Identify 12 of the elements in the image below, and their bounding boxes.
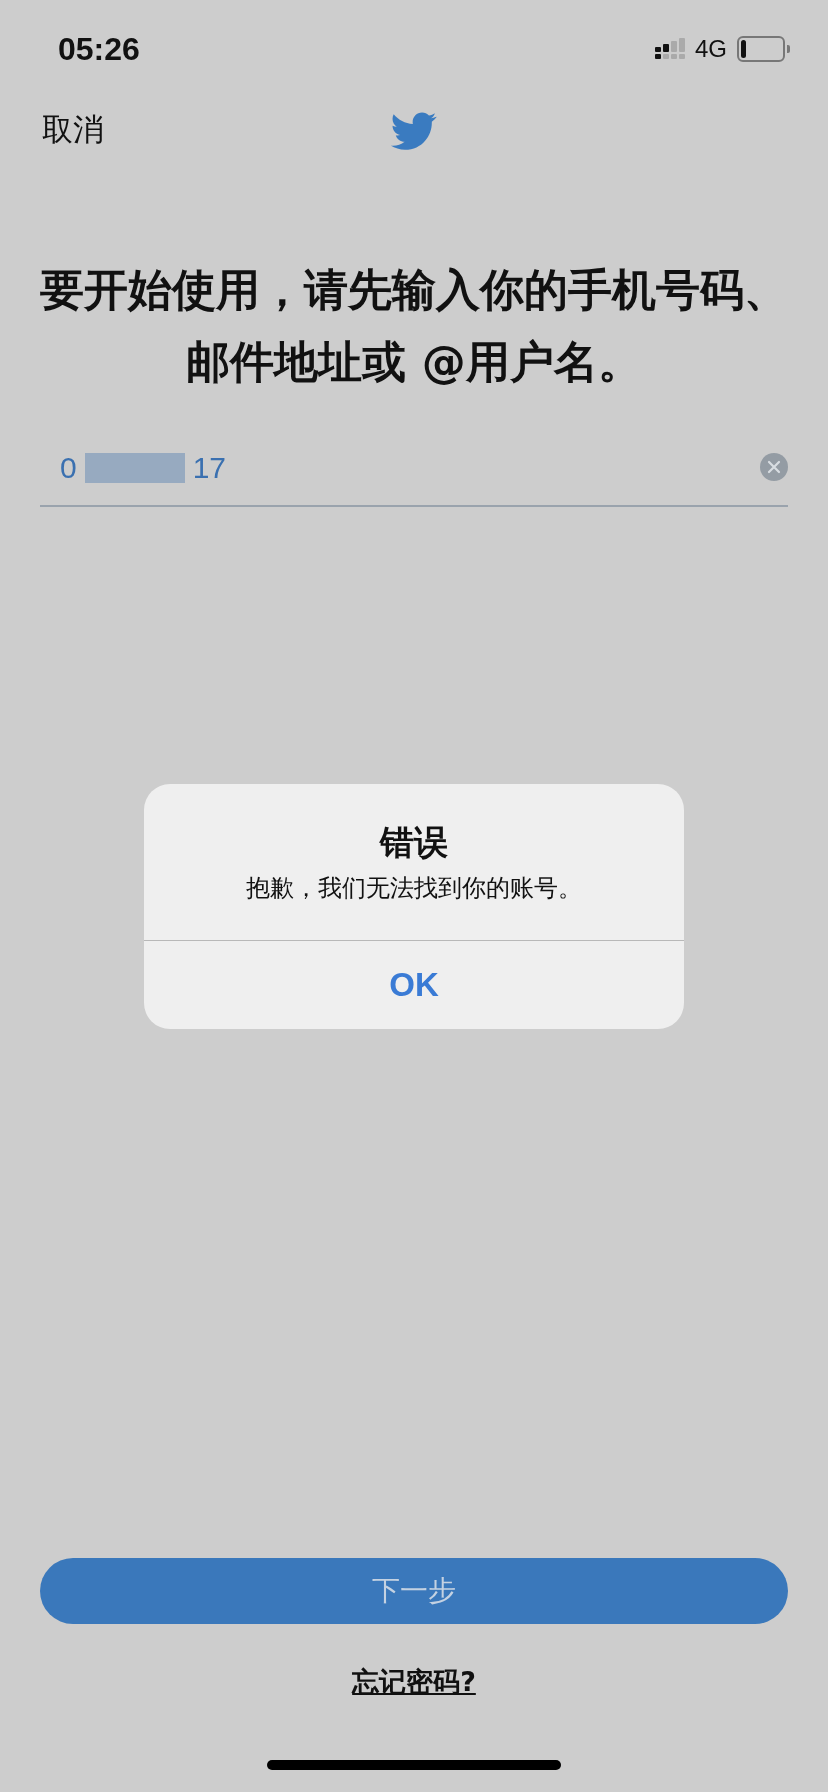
cancel-link[interactable]: 取消 [42,109,104,151]
status-time: 05:26 [58,30,140,68]
heading-text: 要开始使用，请先输入你的手机号码、邮件地址或 @用户名。 [40,263,788,389]
clear-button[interactable] [760,453,788,481]
network-type: 4G [695,35,727,63]
forgot-password-link[interactable]: 忘记密码? [352,1664,476,1700]
ok-button[interactable]: OK [144,941,684,1029]
input-field[interactable]: 0 17 [40,431,788,507]
alert-message: 抱歉，我们无法找到你的账号。 [245,873,583,904]
signal-icon [655,38,685,60]
battery-icon [737,36,790,62]
alert-title: 错误 [378,821,449,864]
